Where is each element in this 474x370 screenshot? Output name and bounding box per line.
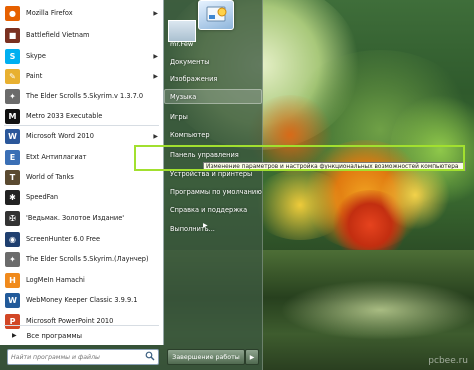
- program-item[interactable]: ✦ The Elder Scrolls 5.Skyrim.(Лаунчер): [0, 249, 163, 269]
- skype-icon: S: [5, 48, 20, 64]
- shutdown-options-button[interactable]: ▶: [245, 349, 259, 365]
- program-label: Skype: [26, 52, 46, 60]
- etxt-icon: E: [5, 149, 20, 165]
- search-input[interactable]: [8, 351, 142, 363]
- right-menu-item[interactable]: Документы: [170, 58, 209, 66]
- right-menu-item[interactable]: Игры: [170, 113, 188, 121]
- paint-icon: ✎: [5, 68, 20, 84]
- chevron-right-icon[interactable]: ▶: [153, 53, 158, 60]
- program-label: Microsoft PowerPoint 2010: [26, 317, 114, 325]
- program-label: World of Tanks: [26, 173, 74, 181]
- program-label: Microsoft Word 2010: [26, 132, 94, 140]
- separator: [4, 125, 159, 126]
- program-label: 'Ведьмак. Золотое Издание': [26, 214, 125, 222]
- search-icon[interactable]: [145, 351, 155, 361]
- program-item[interactable]: H LogMeIn Hamachi: [0, 270, 163, 290]
- all-programs-button[interactable]: ▶ Все программы: [0, 327, 163, 344]
- program-label: Etxt Антиплагиат: [26, 153, 87, 161]
- watermark: pcbee.ru: [428, 356, 468, 366]
- username: mr.Few: [170, 40, 194, 48]
- witcher-icon: ✠: [5, 210, 20, 226]
- program-item[interactable]: S Skype ▶: [0, 46, 163, 66]
- program-item[interactable]: ✱ SpeedFan: [0, 187, 163, 207]
- program-item[interactable]: W WebMoney Keeper Classic 3.9.9.1: [0, 290, 163, 310]
- chevron-right-icon[interactable]: ▶: [153, 73, 158, 80]
- chevron-right-icon[interactable]: ▶: [153, 10, 158, 17]
- metro-icon: M: [5, 108, 20, 124]
- right-menu-item[interactable]: Программы по умолчанию: [170, 188, 262, 196]
- program-label: WebMoney Keeper Classic 3.9.9.1: [26, 296, 138, 304]
- screenhunter-icon: ◉: [5, 231, 20, 247]
- program-label: The Elder Scrolls 5.Skyrim.(Лаунчер): [26, 255, 149, 263]
- search-box[interactable]: [7, 349, 159, 365]
- all-programs-label: Все программы: [26, 331, 82, 340]
- speedfan-icon: ✱: [5, 189, 20, 205]
- right-menu-item[interactable]: Компьютер: [170, 131, 210, 139]
- skyrim-icon: ✦: [5, 88, 20, 104]
- program-label: Metro 2033 Executable: [26, 112, 103, 120]
- chevron-right-icon: ▶: [249, 353, 255, 361]
- tanks-icon: T: [5, 169, 20, 185]
- right-menu-item[interactable]: Изображения: [170, 75, 217, 83]
- firefox-icon: ●: [5, 5, 20, 21]
- skyrim-launcher-icon: ✦: [5, 251, 20, 267]
- program-item[interactable]: M Metro 2033 Executable: [0, 106, 163, 126]
- highlight-box: [134, 145, 465, 171]
- webmoney-icon: W: [5, 292, 20, 308]
- program-item[interactable]: ✦ The Elder Scrolls 5.Skyrim.v 1.3.7.0: [0, 86, 163, 106]
- program-list: ● Mozilla Firefox ▶ ■ Battlefield Vietnam S Sk…: [0, 0, 164, 345]
- right-menu-item[interactable]: Выполнить...: [170, 225, 215, 233]
- hamachi-icon: H: [5, 272, 20, 288]
- program-item[interactable]: W Microsoft Word 2010 ▶: [0, 126, 163, 146]
- shutdown-button[interactable]: Завершение работы: [167, 349, 245, 365]
- program-item[interactable]: ■ Battlefield Vietnam: [0, 25, 163, 45]
- program-item[interactable]: ✠ 'Ведьмак. Золотое Издание': [0, 208, 163, 228]
- program-label: SpeedFan: [26, 193, 59, 201]
- program-label: The Elder Scrolls 5.Skyrim.v 1.3.7.0: [26, 92, 144, 100]
- program-label: Mozilla Firefox: [26, 9, 73, 17]
- word-icon: W: [5, 128, 20, 144]
- program-label: Paint: [26, 72, 43, 80]
- right-menu-item[interactable]: Справка и поддержка: [170, 206, 247, 214]
- separator: [4, 325, 159, 326]
- user-avatar[interactable]: [168, 20, 196, 42]
- chevron-right-icon: ▶: [203, 222, 208, 229]
- start-menu: ● Mozilla Firefox ▶ ■ Battlefield Vietnam S Sk…: [0, 0, 263, 370]
- user-picture[interactable]: [198, 0, 234, 30]
- program-item[interactable]: ● Mozilla Firefox ▶: [0, 3, 163, 23]
- program-label: ScreenHunter 6.0 Free: [26, 235, 101, 243]
- right-menu-item[interactable]: Музыка: [170, 93, 196, 101]
- chevron-right-icon[interactable]: ▶: [153, 133, 158, 140]
- battlefield-icon: ■: [5, 27, 20, 43]
- triangle-right-icon: ▶: [12, 332, 17, 339]
- program-label: Battlefield Vietnam: [26, 31, 90, 39]
- program-item[interactable]: ◉ ScreenHunter 6.0 Free: [0, 229, 163, 249]
- program-label: LogMeIn Hamachi: [26, 276, 85, 284]
- program-item[interactable]: ✎ Paint ▶: [0, 66, 163, 86]
